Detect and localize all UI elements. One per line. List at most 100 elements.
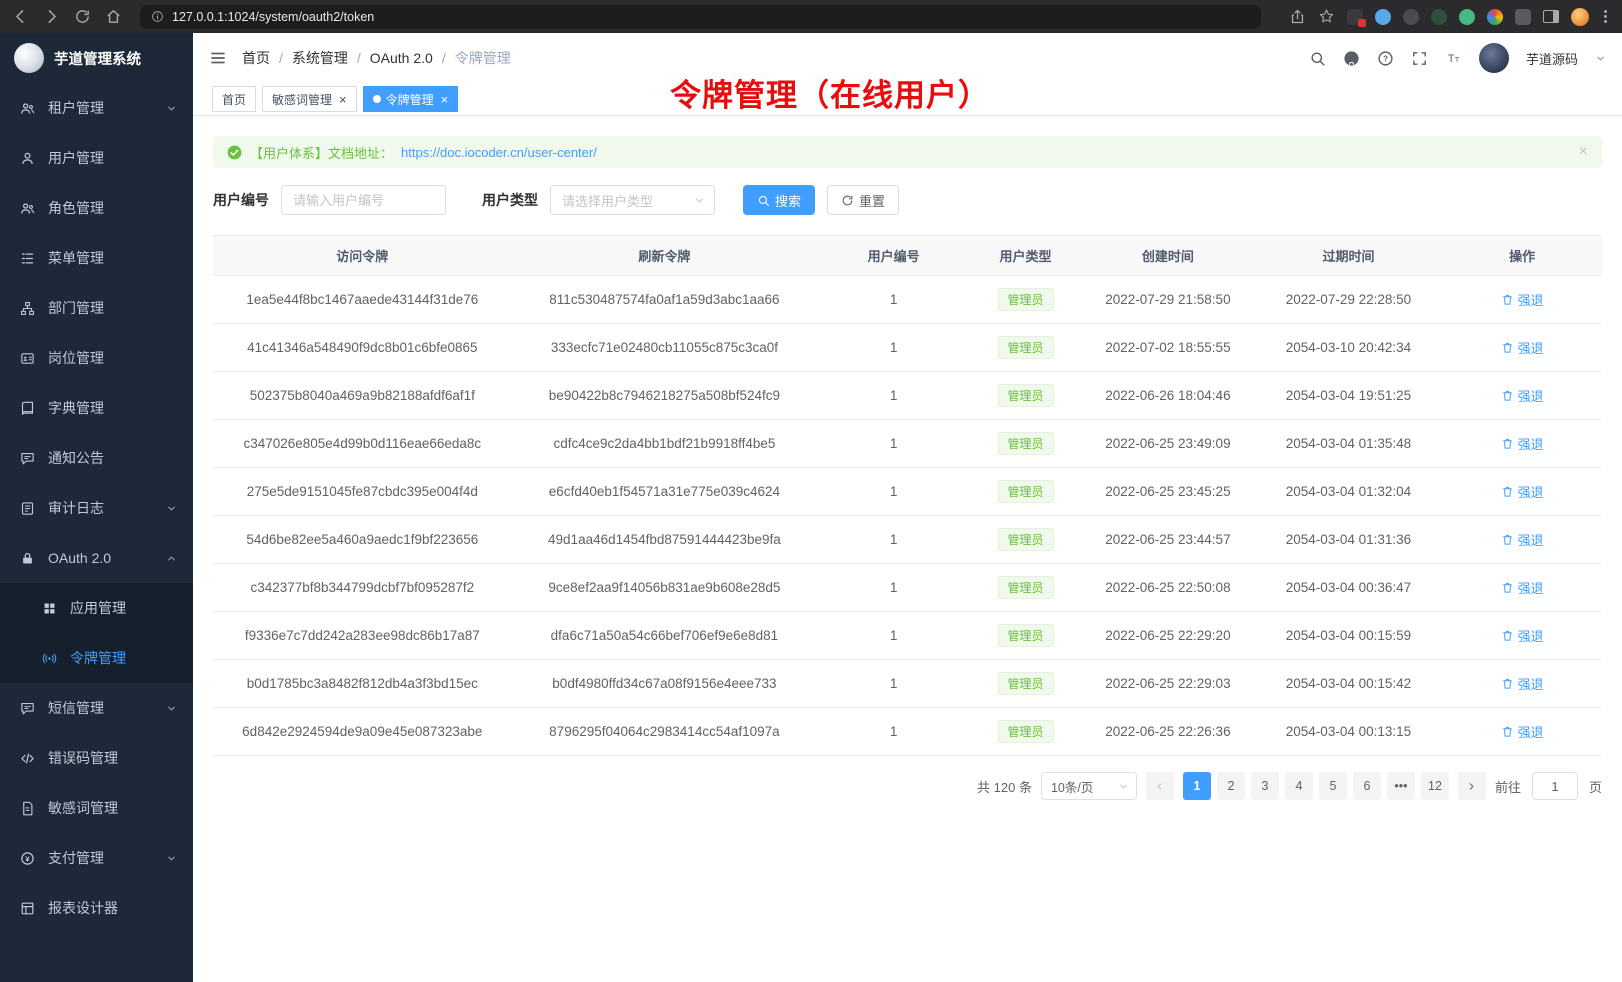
tab-2[interactable]: 令牌管理× — [363, 86, 459, 112]
table-row: c347026e805e4d99b0d116eae66eda8ccdfc4ce9… — [213, 420, 1602, 468]
tab-bar: 首页敏感词管理×令牌管理× — [193, 83, 1622, 116]
del-icon — [1501, 677, 1514, 690]
force-logout-button[interactable]: 强退 — [1501, 530, 1544, 549]
success-check-icon — [227, 145, 242, 160]
del-icon — [1501, 389, 1514, 402]
create-time-cell: 2022-07-02 18:55:55 — [1081, 324, 1255, 372]
pagination-page-button[interactable]: 3 — [1251, 772, 1279, 800]
del-icon — [1501, 629, 1514, 642]
settings-gear-icon[interactable] — [1487, 9, 1503, 25]
sidebar-item[interactable]: 敏感词管理 — [0, 783, 193, 833]
browser-profile-avatar[interactable] — [1571, 8, 1589, 26]
sidebar-item[interactable]: 角色管理 — [0, 183, 193, 233]
chevron-icon — [166, 853, 177, 864]
app-logo[interactable]: 芋道管理系统 — [0, 33, 193, 83]
sidebar-item[interactable]: 部门管理 — [0, 283, 193, 333]
sidebar-item[interactable]: 租户管理 — [0, 83, 193, 133]
sidebar-item[interactable]: 用户管理 — [0, 133, 193, 183]
sidebar-menu: 租户管理用户管理角色管理菜单管理部门管理岗位管理字典管理通知公告审计日志OAut… — [0, 83, 193, 933]
user-id-input[interactable] — [281, 185, 446, 215]
force-logout-button[interactable]: 强退 — [1501, 386, 1544, 405]
sidebar-item[interactable]: 通知公告 — [0, 433, 193, 483]
github-icon[interactable] — [1343, 50, 1360, 67]
user-name[interactable]: 芋道源码 — [1526, 49, 1578, 68]
force-logout-button[interactable]: 强退 — [1501, 482, 1544, 501]
font-size-icon[interactable] — [1445, 50, 1462, 67]
breadcrumb-item[interactable]: OAuth 2.0 — [370, 50, 433, 66]
extension-icon-5[interactable] — [1459, 9, 1475, 25]
breadcrumb-item[interactable]: 首页 — [242, 48, 270, 68]
search-icon[interactable] — [1309, 50, 1326, 67]
pagination-page-button[interactable]: 1 — [1183, 772, 1211, 800]
pagination-page-button[interactable]: 5 — [1319, 772, 1347, 800]
sidebar-subitem[interactable]: 应用管理 — [0, 583, 193, 633]
sidebar-toggle-icon[interactable] — [1543, 10, 1559, 23]
sidebar-item[interactable]: 岗位管理 — [0, 333, 193, 383]
page-size-select[interactable]: 10条/页 — [1041, 772, 1137, 800]
lock-icon — [20, 551, 35, 566]
refresh-icon — [841, 194, 854, 207]
user-type-label: 用户类型 — [482, 190, 538, 210]
force-logout-button[interactable]: 强退 — [1501, 338, 1544, 357]
reload-icon[interactable] — [74, 8, 91, 25]
force-logout-button[interactable]: 强退 — [1501, 290, 1544, 309]
sidebar-item[interactable]: 菜单管理 — [0, 233, 193, 283]
user-id-cell: 1 — [817, 276, 970, 324]
goto-page-input[interactable] — [1532, 772, 1578, 800]
force-logout-button[interactable]: 强退 — [1501, 674, 1544, 693]
tab-1[interactable]: 敏感词管理× — [262, 86, 357, 112]
extension-icon-4[interactable] — [1431, 9, 1447, 25]
pagination-page-button[interactable]: 6 — [1353, 772, 1381, 800]
tab-close-icon[interactable]: × — [339, 93, 347, 106]
expire-time-cell: 2022-07-29 22:28:50 — [1255, 276, 1443, 324]
extension-icon-1[interactable] — [1347, 9, 1363, 25]
browser-chrome: 127.0.0.1:1024/system/oauth2/token — [0, 0, 1622, 33]
tab-close-icon[interactable]: × — [441, 93, 449, 106]
sidebar-item[interactable]: 错误码管理 — [0, 733, 193, 783]
breadcrumb-item[interactable]: 系统管理 — [292, 48, 348, 68]
pagination-page-button[interactable]: 2 — [1217, 772, 1245, 800]
sidebar-item[interactable]: 短信管理 — [0, 683, 193, 733]
pagination-page-button[interactable]: 12 — [1421, 772, 1449, 800]
pagination-more-button[interactable]: ••• — [1387, 772, 1415, 800]
forward-icon[interactable] — [43, 8, 60, 25]
doc-link[interactable]: https://doc.iocoder.cn/user-center/ — [401, 145, 597, 160]
home-icon[interactable] — [105, 8, 122, 25]
fullscreen-icon[interactable] — [1411, 50, 1428, 67]
alert-close-icon[interactable]: × — [1579, 144, 1588, 160]
force-logout-button[interactable]: 强退 — [1501, 722, 1544, 741]
user-avatar[interactable] — [1479, 43, 1509, 73]
user-type-select[interactable]: 请选择用户类型 — [550, 185, 715, 215]
sidebar-item[interactable]: 审计日志 — [0, 483, 193, 533]
extension-icon-2[interactable] — [1375, 9, 1391, 25]
force-logout-button[interactable]: 强退 — [1501, 578, 1544, 597]
sidebar-item[interactable]: 报表设计器 — [0, 883, 193, 933]
page-size-value: 10条/页 — [1051, 777, 1093, 796]
back-icon[interactable] — [12, 8, 29, 25]
sidebar-subitem[interactable]: 令牌管理 — [0, 633, 193, 683]
table-row: 275e5de9151045fe87cbdc395e004f4de6cfd40e… — [213, 468, 1602, 516]
search-button[interactable]: 搜索 — [743, 185, 815, 215]
share-icon[interactable] — [1289, 8, 1306, 25]
help-icon[interactable] — [1377, 50, 1394, 67]
pagination-prev-button[interactable] — [1146, 772, 1174, 800]
extension-icon-3[interactable] — [1403, 9, 1419, 25]
reset-button[interactable]: 重置 — [827, 185, 899, 215]
browser-menu-icon[interactable] — [1601, 10, 1610, 23]
refresh-token-cell: 8796295f04064c2983414cc54af1097a — [512, 708, 818, 756]
pagination-next-button[interactable] — [1458, 772, 1486, 800]
sidebar-item[interactable]: OAuth 2.0 — [0, 533, 193, 583]
app-title: 芋道管理系统 — [54, 48, 141, 69]
user-menu-caret-icon[interactable] — [1595, 53, 1606, 64]
tab-0[interactable]: 首页 — [212, 86, 256, 112]
bookmark-star-icon[interactable] — [1318, 8, 1335, 25]
force-logout-button[interactable]: 强退 — [1501, 434, 1544, 453]
sidebar-collapse-icon[interactable] — [209, 49, 227, 67]
extensions-puzzle-icon[interactable] — [1515, 9, 1531, 25]
pagination-page-button[interactable]: 4 — [1285, 772, 1313, 800]
force-logout-button[interactable]: 强退 — [1501, 626, 1544, 645]
site-info-icon[interactable] — [151, 10, 164, 23]
sidebar-item[interactable]: 字典管理 — [0, 383, 193, 433]
sidebar-item[interactable]: 支付管理 — [0, 833, 193, 883]
address-bar[interactable]: 127.0.0.1:1024/system/oauth2/token — [140, 5, 1261, 29]
